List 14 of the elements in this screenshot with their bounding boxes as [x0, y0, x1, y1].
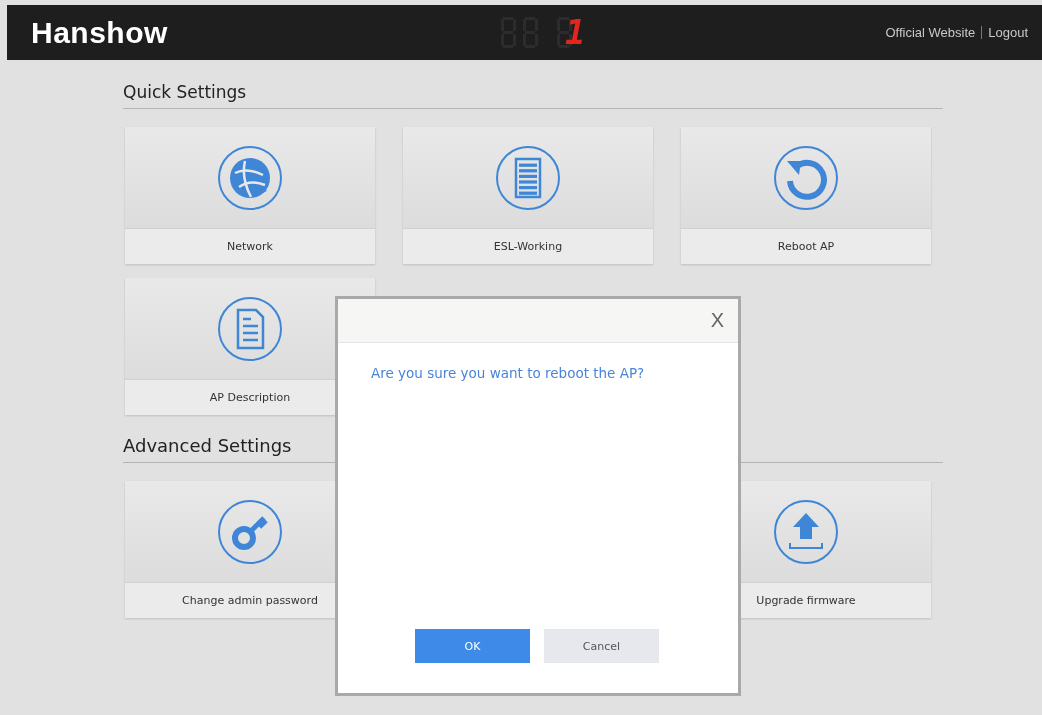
document-icon: [217, 295, 283, 362]
reboot-icon: [773, 144, 839, 211]
section-title: Quick Settings: [123, 82, 943, 109]
logo: Hanshow: [31, 15, 169, 50]
header-link[interactable]: Logout: [988, 25, 1028, 40]
upload-icon: [773, 498, 839, 565]
server-rack-icon: [495, 144, 561, 211]
close-button[interactable]: X: [708, 309, 726, 332]
header-link[interactable]: Official Website: [885, 25, 976, 40]
ok-button[interactable]: OK: [415, 629, 530, 663]
counter-value: 1: [565, 11, 586, 52]
key-icon: [217, 498, 283, 565]
globe-icon: [217, 144, 283, 211]
cancel-button[interactable]: Cancel: [544, 629, 659, 663]
